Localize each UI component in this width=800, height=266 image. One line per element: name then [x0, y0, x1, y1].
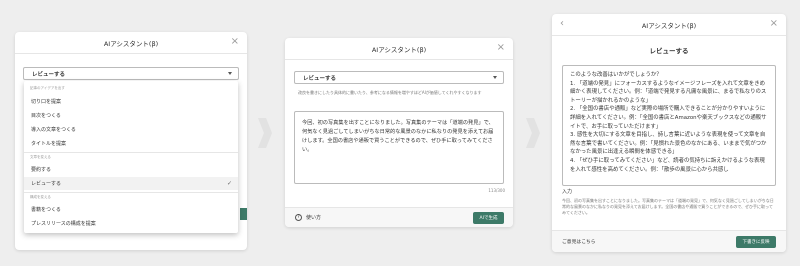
close-icon[interactable]: × — [497, 42, 505, 53]
menu-item-title[interactable]: タイトルを提案 — [24, 137, 238, 150]
generate-button[interactable]: AIで生成 — [473, 212, 504, 224]
menu-group-label: 構成を変える — [30, 195, 51, 199]
chevron-right-icon — [526, 118, 540, 148]
input-label: 入力 — [562, 189, 573, 195]
panel-title: AIアシスタント(β) — [103, 39, 159, 48]
insert-to-draft-button[interactable]: 下書きに反映 — [736, 236, 776, 248]
caret-down-icon — [228, 72, 232, 75]
menu-item-book[interactable]: 書籍をつくる — [24, 203, 238, 216]
menu-item-review-label: レビューする — [31, 181, 62, 187]
ai-assistant-panel-result: ‹ AIアシスタント(β) × レビューする このような改善はいかがでしょうか？… — [552, 14, 786, 252]
panel-header: ‹ AIアシスタント(β) × — [552, 14, 786, 36]
prompt-textarea[interactable]: 今回、初の写真集を出すことになりました。写真集のテーマは「道端の発見」で、何気な… — [294, 111, 504, 184]
feedback-link[interactable]: ご意見はこちら — [562, 238, 596, 245]
help-link[interactable]: ? 使い方 — [295, 214, 321, 221]
menu-item-angle[interactable]: 切り口を提案 — [24, 95, 238, 108]
review-output[interactable]: このような改善はいかがでしょうか？ 1. 「道端の発見」にフォーカスするようなイ… — [562, 65, 776, 186]
close-icon[interactable]: × — [770, 18, 778, 29]
input-echo-text: 今回、初の写真集を出すことになりました。写真集のテーマは「道端の発見」で、何気な… — [562, 198, 774, 215]
menu-item-review[interactable]: レビューする ✓ — [24, 177, 238, 190]
task-select[interactable]: レビューする — [294, 71, 504, 84]
hidden-generate-button — [240, 208, 247, 220]
output-line: 3. 感性を大切にする文章を目指し、詩し言葉に近いような表現を使って文章を自然な… — [570, 132, 767, 156]
back-arrow-icon[interactable]: ‹ — [560, 18, 564, 29]
character-counter: 113/300 — [488, 188, 505, 193]
task-select[interactable]: レビューする — [23, 67, 239, 80]
menu-group-label: 記事のアイデアを出す — [30, 86, 65, 90]
output-line: 4. 「ぜひ手に取ってみてください」など、読者の気持ちに訴えかけるような表現を入… — [570, 157, 765, 173]
menu-divider — [24, 192, 238, 193]
ai-assistant-panel-input: AIアシスタント(β) × レビューする 改良を書きにしたり具体的に書いたり、参… — [285, 38, 513, 227]
panel-footer: ご意見はこちら 下書きに反映 — [552, 230, 786, 252]
task-dropdown-menu: 記事のアイデアを出す 切り口を提案 目次をつくる 導入の文章をつくる タイトルを… — [24, 81, 238, 233]
output-line: このような改善はいかがでしょうか？ — [570, 72, 662, 78]
result-subtitle: レビューする — [649, 47, 689, 55]
output-line: 2. 「全国の書店や通販」など実際の場所で購入できることが分かりやすいように詳細… — [570, 106, 767, 130]
menu-divider — [24, 152, 238, 153]
task-select-value: レビューする — [303, 75, 337, 82]
input-hint: 改良を書きにしたり具体的に書いたり、参考になる情報を増やすほどAIが価値してくれ… — [298, 90, 482, 95]
output-line: 1. 「道端の発見」にフォーカスするようなイメージフレーズを入れて文章をきめ細か… — [570, 80, 767, 104]
check-icon: ✓ — [226, 180, 232, 187]
menu-item-summarize[interactable]: 要約する — [24, 163, 238, 176]
task-select-value: レビューする — [32, 71, 66, 78]
close-icon[interactable]: × — [231, 36, 239, 47]
menu-item-press-release[interactable]: プレスリリースの構成を提案 — [24, 217, 238, 230]
panel-header: AIアシスタント(β) × — [285, 38, 513, 60]
menu-item-intro[interactable]: 導入の文章をつくる — [24, 123, 238, 136]
menu-item-toc[interactable]: 目次をつくる — [24, 109, 238, 122]
help-label: 使い方 — [306, 215, 322, 221]
panel-footer: ? 使い方 AIで生成 — [285, 207, 513, 227]
chevron-right-icon — [258, 118, 272, 148]
panel-title: AIアシスタント(β) — [641, 21, 697, 30]
panel-title: AIアシスタント(β) — [371, 45, 427, 54]
panel-header: AIアシスタント(β) × — [15, 32, 247, 54]
menu-group-label: 文章を変える — [30, 155, 51, 159]
question-icon: ? — [295, 214, 302, 221]
caret-down-icon — [493, 76, 497, 79]
